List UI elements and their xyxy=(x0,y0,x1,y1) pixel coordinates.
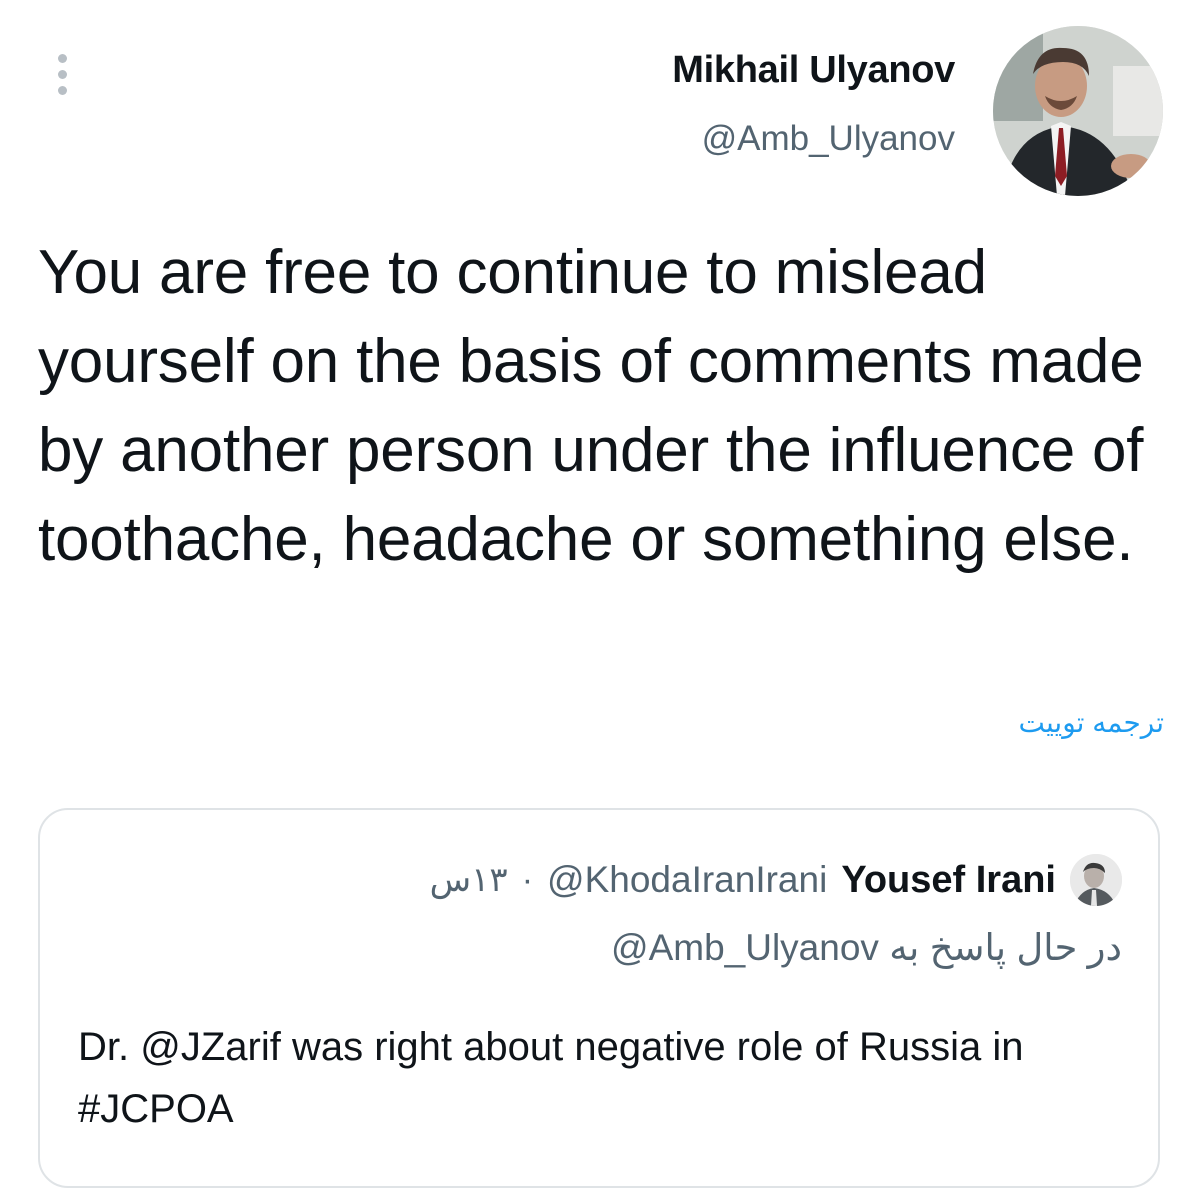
more-options-icon[interactable] xyxy=(44,48,80,100)
tweet-author[interactable]: Mikhail Ulyanov @Amb_Ulyanov xyxy=(672,45,955,161)
replying-to-label: در حال پاسخ به xyxy=(889,927,1122,968)
header-separator: · xyxy=(521,860,534,899)
avatar-portrait-icon xyxy=(1070,854,1122,906)
quoted-tweet-header: ۱۳س · @KhodaIranIrani Yousef Irani xyxy=(430,854,1122,906)
quoted-author-handle[interactable]: @KhodaIranIrani xyxy=(547,859,827,901)
replying-to: در حال پاسخ به @Amb_Ulyanov xyxy=(611,926,1122,969)
more-dot xyxy=(57,69,67,79)
quoted-author-avatar[interactable] xyxy=(1070,854,1122,906)
author-name[interactable]: Mikhail Ulyanov xyxy=(672,45,955,95)
translate-tweet-link[interactable]: ترجمه توییت xyxy=(1018,706,1164,739)
author-handle[interactable]: @Amb_Ulyanov xyxy=(672,117,955,161)
replying-to-handle[interactable]: @Amb_Ulyanov xyxy=(611,927,879,968)
more-dot xyxy=(57,85,67,95)
quoted-tweet-time[interactable]: ۱۳س xyxy=(430,860,508,900)
author-avatar[interactable] xyxy=(993,26,1163,196)
quoted-tweet-text: Dr. @JZarif was right about negative rol… xyxy=(78,1025,1024,1131)
more-dot xyxy=(57,53,67,63)
quoted-author-name[interactable]: Yousef Irani xyxy=(841,859,1056,902)
tweet-text: You are free to continue to mislead your… xyxy=(38,238,1144,574)
quoted-tweet-card[interactable]: ۱۳س · @KhodaIranIrani Yousef Irani در حا… xyxy=(38,808,1160,1188)
avatar-portrait-icon xyxy=(993,26,1163,196)
